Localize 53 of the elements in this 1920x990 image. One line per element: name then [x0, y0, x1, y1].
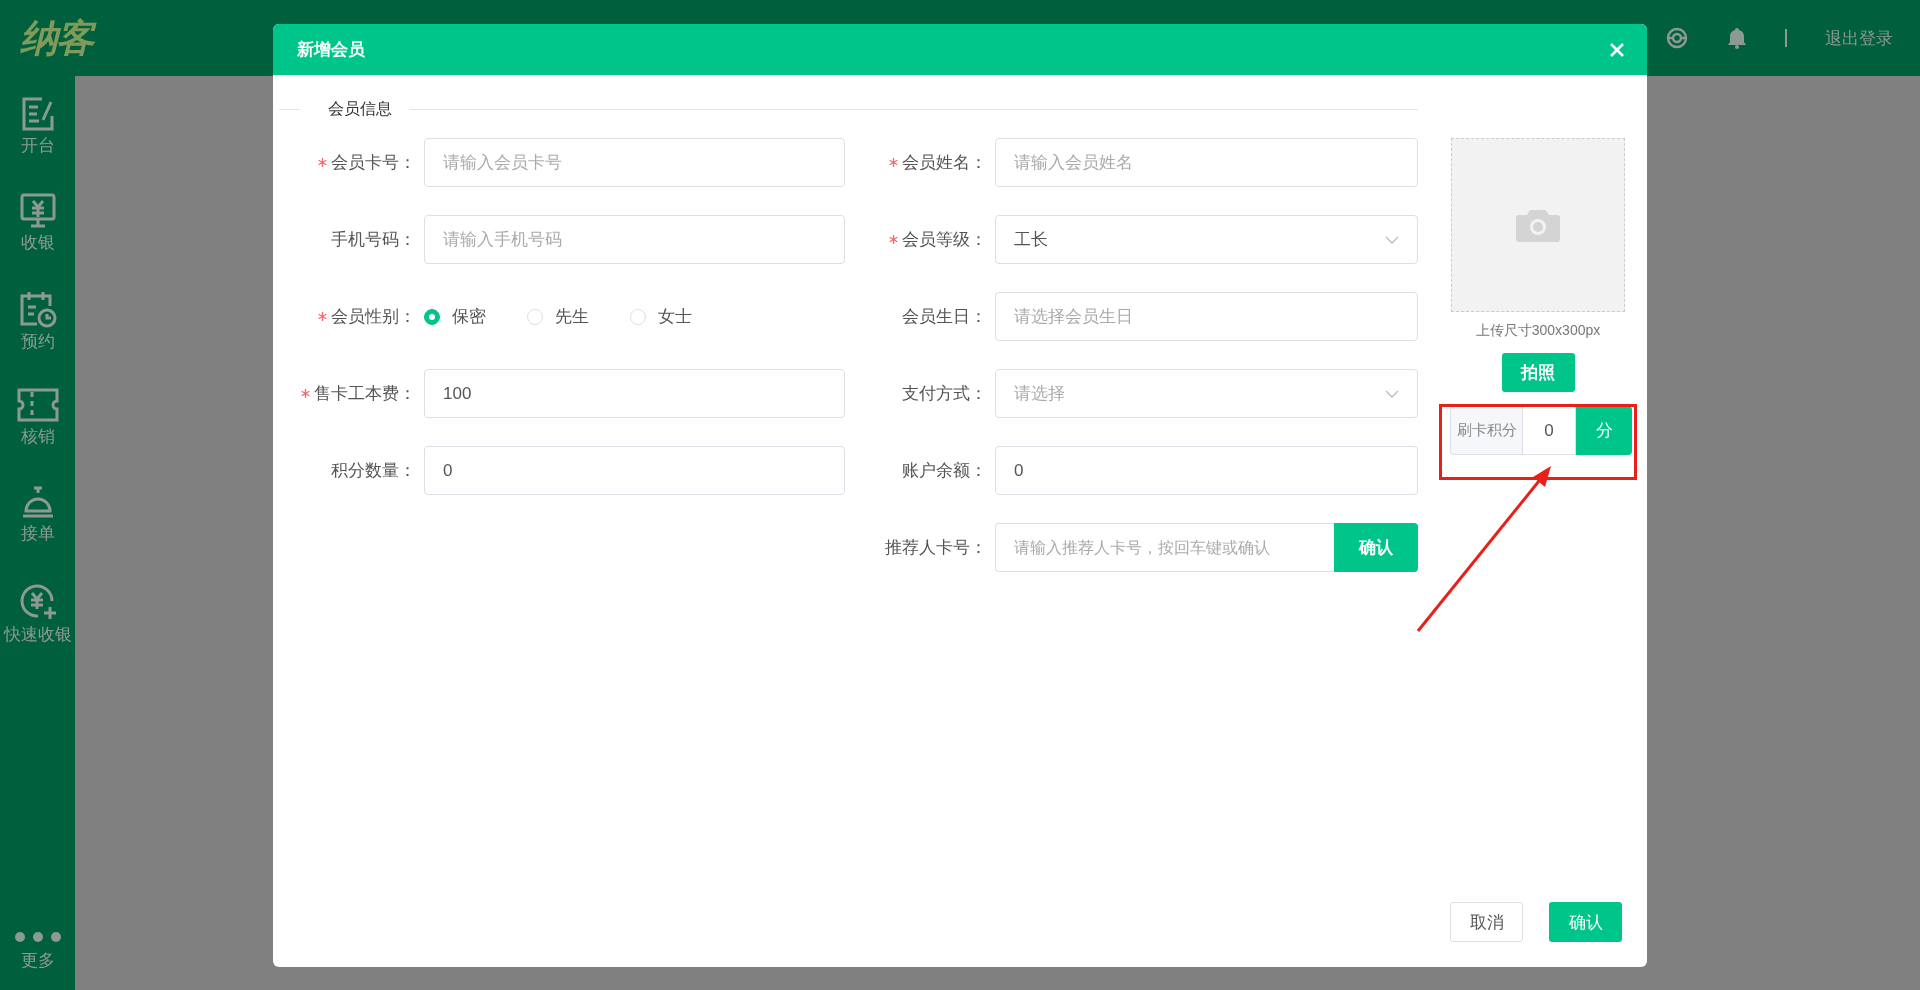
field-label: 会员姓名：	[902, 152, 987, 174]
upload-hint: 上传尺寸300x300px	[1475, 322, 1601, 340]
support-icon[interactable]	[1665, 26, 1689, 50]
field-label: 会员生日：	[902, 306, 987, 328]
cancel-button[interactable]: 取消	[1450, 902, 1523, 942]
field-label: 会员卡号：	[331, 152, 416, 174]
select-field[interactable]: 工长	[995, 215, 1418, 264]
radio-option[interactable]: 保密	[424, 305, 527, 328]
field-label: 积分数量：	[331, 460, 416, 482]
field-label: 会员性别：	[331, 306, 416, 328]
sidebar-item[interactable]: 快速收银	[3, 623, 72, 646]
camera-icon	[1516, 208, 1560, 242]
input-field[interactable]: 请输入会员卡号	[424, 138, 845, 187]
more-icon	[13, 931, 62, 943]
sidebar-item[interactable]: 预约	[20, 330, 55, 353]
close-icon[interactable]	[1609, 41, 1625, 58]
confirm-button[interactable]: 确认	[1334, 523, 1418, 572]
input-field[interactable]: 请输入推荐人卡号，按回车键或确认	[995, 523, 1334, 572]
input-field[interactable]: 请输入会员姓名	[995, 138, 1418, 187]
field-label: 账户余额：	[902, 460, 987, 482]
chevron-down-icon	[1385, 389, 1399, 398]
sidebar-item[interactable]: 开台	[20, 134, 55, 157]
sidebar-item[interactable]: 收银	[20, 231, 55, 254]
input-field[interactable]: 请选择会员生日	[995, 292, 1418, 341]
input-field[interactable]: 100	[424, 369, 845, 418]
logout-link[interactable]: 退出登录	[1825, 26, 1893, 50]
bell-icon[interactable]	[1727, 27, 1747, 49]
field-label: 售卡工本费：	[314, 383, 416, 405]
input-field[interactable]: 0	[995, 446, 1418, 495]
monitor-icon	[18, 193, 57, 229]
photo-button[interactable]: 拍照	[1501, 353, 1575, 392]
points-label: 刷卡积分	[1450, 406, 1522, 455]
radio-option[interactable]: 先生	[527, 305, 630, 328]
section-title: 会员信息	[327, 98, 393, 119]
ticket-icon	[15, 387, 60, 423]
calendar-clock-icon	[18, 290, 57, 328]
field-label: 支付方式：	[902, 383, 987, 405]
radio-button[interactable]	[424, 308, 440, 325]
sidebar-item[interactable]: 核销	[20, 425, 55, 448]
input-field[interactable]: 0	[424, 446, 845, 495]
input-field[interactable]: 请输入手机号码	[424, 215, 845, 264]
sidebar-item[interactable]: 更多	[20, 949, 55, 972]
chevron-down-icon	[1385, 235, 1399, 244]
field-label: 会员等级：	[902, 229, 987, 251]
field-label: 手机号码：	[331, 229, 416, 251]
confirm-button[interactable]: 确认	[1549, 902, 1622, 942]
radio-option[interactable]: 女士	[630, 305, 733, 328]
unit-label: 分	[1576, 406, 1632, 455]
field-label: 推荐人卡号：	[885, 537, 987, 559]
dialog-title: 新增会员	[297, 39, 365, 61]
sidebar-item[interactable]: 接单	[20, 522, 55, 545]
select-field[interactable]: 请选择	[995, 369, 1418, 418]
photo-upload-area[interactable]	[1451, 138, 1625, 312]
